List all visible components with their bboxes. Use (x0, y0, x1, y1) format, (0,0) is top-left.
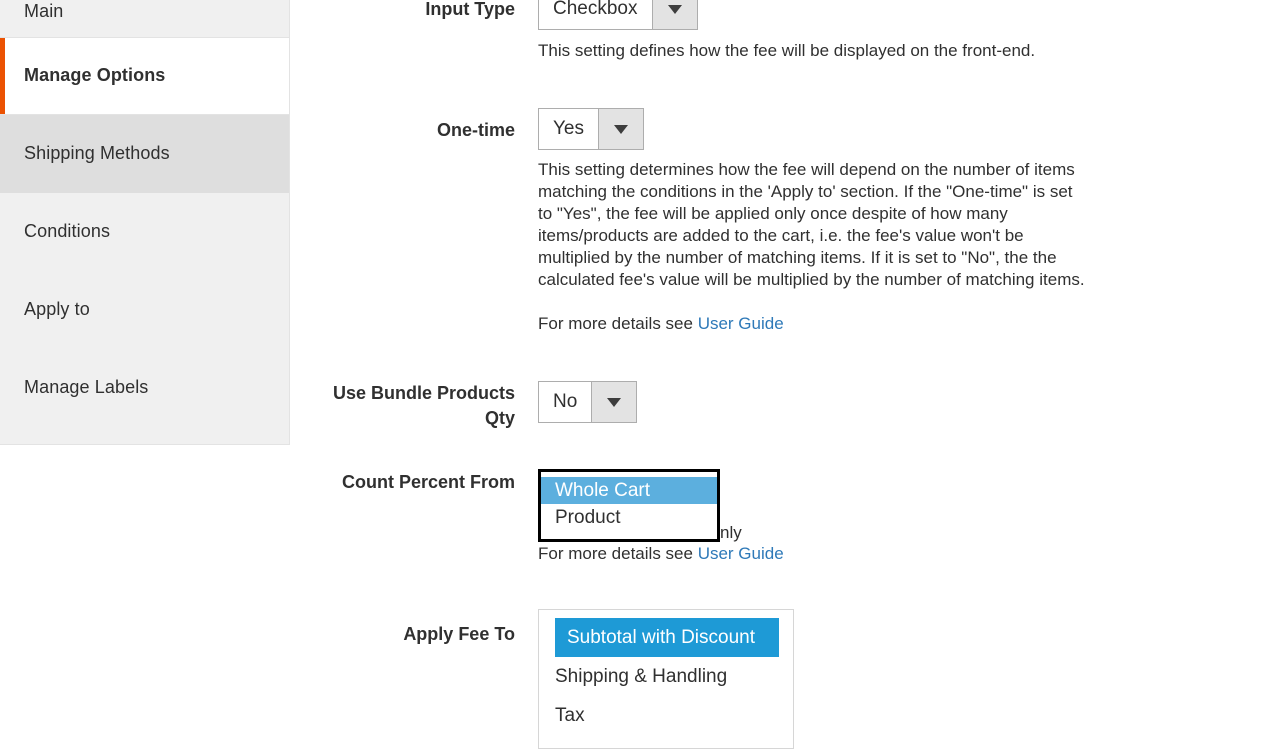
note-more-text: For more details see (538, 314, 698, 333)
count-percent-from-note-more: For more details see User Guide (538, 543, 1090, 565)
use-bundle-products-qty-label: Use Bundle Products Qty (332, 383, 515, 428)
apply-fee-to-listbox[interactable]: Subtotal with Discount Shipping & Handli… (538, 609, 794, 749)
input-type-label: Input Type (425, 0, 515, 19)
dropdown-option-product[interactable]: Product (541, 504, 717, 531)
one-time-select-value: Yes (539, 109, 598, 149)
one-time-note-more: For more details see User Guide (538, 313, 1090, 335)
input-type-select-value: Checkbox (539, 0, 652, 29)
use-bundle-products-qty-select-value: No (539, 382, 592, 422)
count-percent-from-dropdown[interactable]: Whole Cart Product (538, 469, 720, 542)
listbox-option-subtotal-with-discount[interactable]: Subtotal with Discount (555, 618, 779, 657)
count-percent-from-label: Count Percent From (341, 472, 515, 492)
note-more-text: For more details see (538, 544, 698, 563)
chevron-down-icon[interactable] (598, 109, 643, 149)
one-time-note: This setting determines how the fee will… (538, 160, 1085, 289)
listbox-option-shipping-and-handling[interactable]: Shipping & Handling (539, 657, 793, 696)
input-type-note: This setting defines how the fee will be… (538, 41, 1036, 60)
count-percent-from-note-obscured: nly (720, 523, 742, 542)
one-time-select[interactable]: Yes (538, 108, 644, 150)
user-guide-link[interactable]: User Guide (698, 314, 784, 333)
chevron-down-icon[interactable] (591, 382, 637, 422)
listbox-option-tax[interactable]: Tax (539, 696, 793, 735)
apply-fee-to-label: Apply Fee To (403, 624, 515, 644)
use-bundle-products-qty-select[interactable]: No (538, 381, 638, 423)
one-time-label: One-time (436, 120, 515, 140)
dropdown-option-whole-cart[interactable]: Whole Cart (541, 477, 717, 504)
user-guide-link[interactable]: User Guide (698, 544, 784, 563)
input-type-select[interactable]: Checkbox (538, 0, 698, 30)
chevron-down-icon[interactable] (651, 0, 697, 29)
